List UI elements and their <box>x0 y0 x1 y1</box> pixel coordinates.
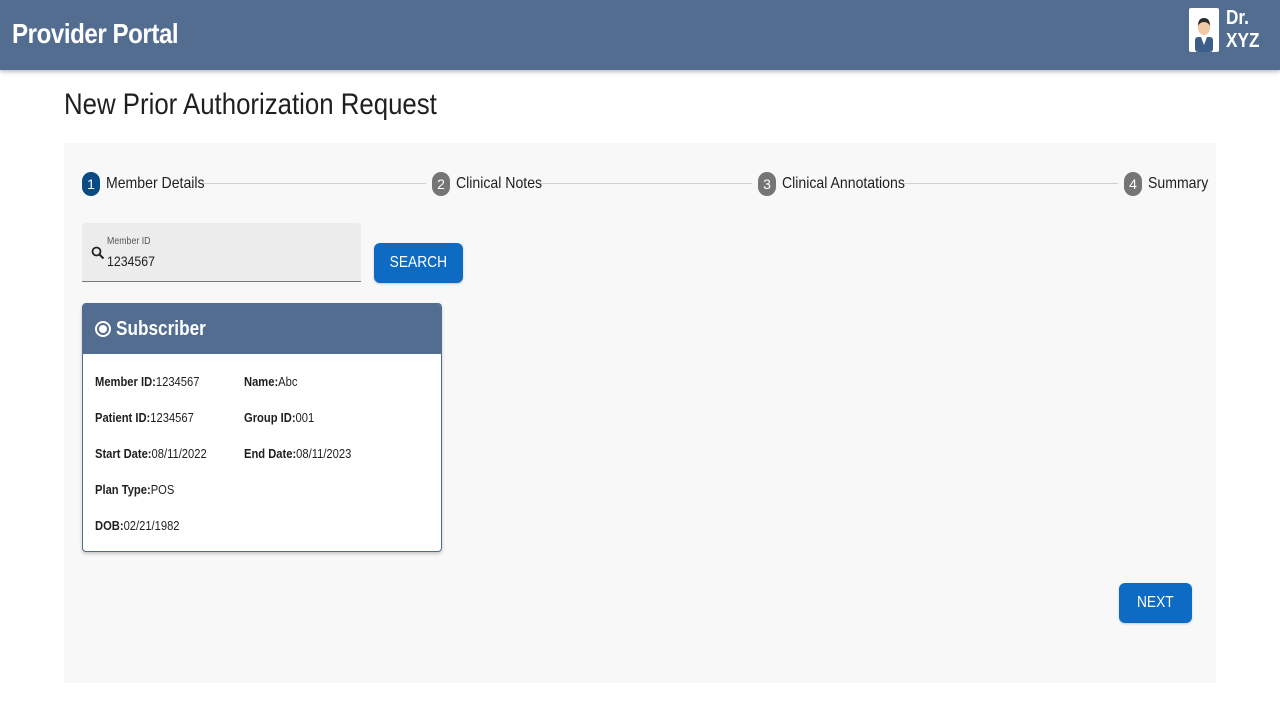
member-id-field-label: Member ID: <box>95 374 156 389</box>
group-id-field-label: Group ID: <box>244 410 296 425</box>
step-connector <box>887 183 1127 184</box>
step-label: Member Details <box>106 175 205 192</box>
end-date-row: End Date:08/11/2023 <box>244 446 351 461</box>
patient-id-field-label: Patient ID: <box>95 410 151 425</box>
search-icon <box>91 246 105 265</box>
member-id-value[interactable]: 1234567 <box>107 253 155 269</box>
name-row: Name:Abc <box>244 374 297 389</box>
group-id-row: Group ID:001 <box>244 410 314 425</box>
subscriber-title: Subscriber <box>116 317 206 340</box>
step-number: 3 <box>758 172 776 196</box>
next-button[interactable]: NEXT <box>1119 583 1192 623</box>
page-title: New Prior Authorization Request <box>64 88 437 121</box>
step-clinical-annotations[interactable]: 3 Clinical Annotations <box>752 171 905 197</box>
wizard-panel: 1 Member Details 2 Clinical Notes 3 Clin… <box>64 143 1216 683</box>
dob-row: DOB:02/21/1982 <box>95 518 180 533</box>
radio-selected-dot <box>99 325 107 333</box>
dob-field-value: 02/21/1982 <box>123 518 180 533</box>
user-name[interactable]: Dr. XYZ <box>1226 7 1269 53</box>
dob-field-label: DOB: <box>95 518 124 533</box>
stepper: 1 Member Details 2 Clinical Notes 3 Clin… <box>82 171 1208 197</box>
top-bar: Provider Portal Dr. XYZ <box>0 0 1280 70</box>
search-button[interactable]: SEARCH <box>374 243 463 283</box>
subscriber-card[interactable]: Subscriber Member ID:1234567 Name:Abc Pa… <box>82 303 442 552</box>
step-clinical-notes[interactable]: 2 Clinical Notes <box>426 171 543 197</box>
plan-type-field-value: POS <box>150 482 175 497</box>
doctor-avatar-icon[interactable] <box>1189 8 1219 52</box>
step-number: 4 <box>1124 172 1142 196</box>
search-button-label: SEARCH <box>389 254 448 271</box>
member-id-label: Member ID <box>107 236 151 247</box>
step-connector <box>192 183 432 184</box>
name-field-label: Name: <box>244 374 279 389</box>
step-number: 1 <box>82 172 100 196</box>
plan-type-row: Plan Type:POS <box>95 482 174 497</box>
step-label: Summary <box>1148 175 1209 192</box>
subscriber-radio[interactable] <box>95 321 111 337</box>
start-date-field-value: 08/11/2022 <box>151 446 207 461</box>
subscriber-card-header: Subscriber <box>83 304 441 354</box>
start-date-row: Start Date:08/11/2022 <box>95 446 207 461</box>
end-date-field-label: End Date: <box>244 446 297 461</box>
next-button-label: NEXT <box>1137 594 1174 611</box>
patient-id-row: Patient ID:1234567 <box>95 410 194 425</box>
patient-id-field-value: 1234567 <box>150 410 194 425</box>
step-summary[interactable]: 4 Summary <box>1118 171 1208 197</box>
member-id-input[interactable]: Member ID 1234567 <box>82 223 361 282</box>
step-label: Clinical Notes <box>456 175 543 192</box>
member-id-row: Member ID:1234567 <box>95 374 199 389</box>
end-date-field-value: 08/11/2023 <box>296 446 352 461</box>
member-id-field-value: 1234567 <box>155 374 200 389</box>
group-id-field-value: 001 <box>295 410 315 425</box>
name-field-value: Abc <box>278 374 298 389</box>
step-label: Clinical Annotations <box>782 175 905 192</box>
step-connector <box>522 183 762 184</box>
step-member-details[interactable]: 1 Member Details <box>82 171 205 197</box>
start-date-field-label: Start Date: <box>95 446 152 461</box>
user-menu[interactable]: Dr. XYZ <box>1189 7 1276 53</box>
app-title: Provider Portal <box>12 18 179 49</box>
step-number: 2 <box>432 172 450 196</box>
plan-type-field-label: Plan Type: <box>95 482 151 497</box>
